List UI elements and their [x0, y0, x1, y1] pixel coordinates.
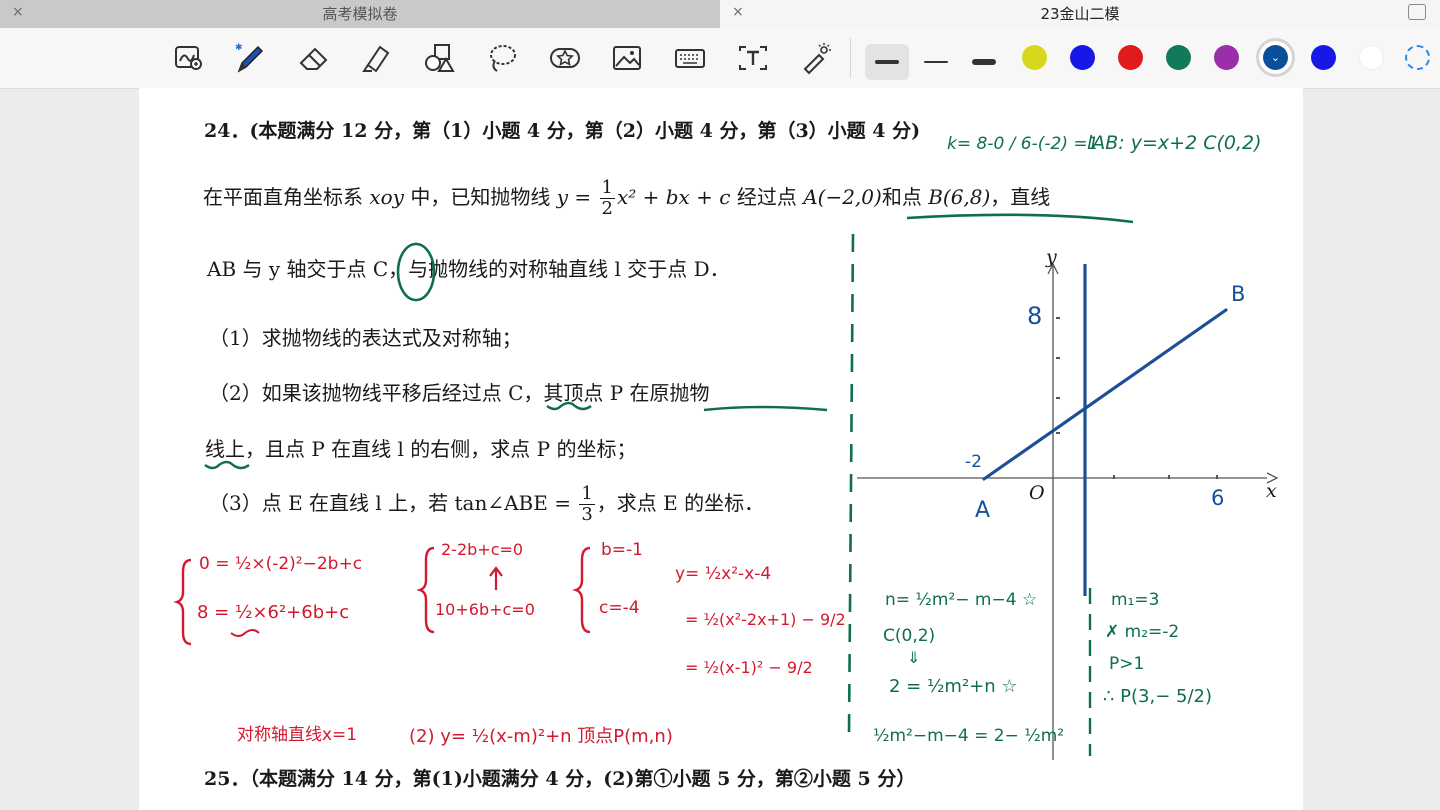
custom-color-icon[interactable] [1405, 45, 1430, 70]
image-icon[interactable] [609, 40, 645, 76]
eraser-icon[interactable] [296, 40, 332, 76]
line-ab-stroke [982, 308, 1228, 481]
hw-system2-eq1: 2-2b+c=0 [441, 540, 524, 559]
hw-solution-b: b=-1 [601, 540, 643, 560]
hw-arrow: ⇓ [907, 648, 921, 667]
red-underline [230, 629, 260, 637]
y-axis-label: y [1046, 246, 1057, 268]
laser-pointer-icon[interactable] [798, 40, 834, 76]
tab-gaokao[interactable]: × 高考模拟卷 [0, 0, 720, 28]
color-swatch-white[interactable] [1359, 45, 1384, 70]
stroke-thin-option[interactable] [865, 44, 909, 80]
svg-text:✱: ✱ [235, 43, 243, 53]
hw-label-a: A [975, 498, 991, 523]
hw-m1: m₁=3 [1111, 590, 1160, 610]
hw-label-8: 8 [1027, 302, 1043, 330]
hw-m2: ✗ m₂=-2 [1105, 622, 1180, 642]
hw-solution-c: c=-4 [599, 598, 640, 618]
annotation-toolbar: ✱ ⌄ [0, 28, 1440, 89]
tab-title: 23金山二模 [1040, 5, 1120, 23]
color-swatch-navy-selected[interactable]: ⌄ [1263, 45, 1288, 70]
hw-label-neg2: -2 [965, 452, 982, 472]
hw-system1-eq1: 0 = ½×(-2)²−2b+c [199, 554, 363, 574]
toolbar-divider [850, 38, 851, 78]
document-page[interactable]: 24．(本题满分 12 分，第（1）小题 4 分，第（2）小题 4 分，第（3）… [139, 88, 1303, 810]
hw-parabola-expand: = ½(x²-2x+1) − 9/2 [685, 610, 846, 629]
axis-ticks [1056, 317, 1218, 479]
divider-dashed-left [847, 233, 855, 734]
color-swatch-green[interactable] [1166, 45, 1191, 70]
pen-icon[interactable]: ✱ [232, 40, 268, 76]
chevron-down-icon: ⌄ [1270, 51, 1281, 64]
stroke-thick-option[interactable] [962, 44, 1006, 80]
hw-axis-note: 对称轴直线x=1 [237, 725, 358, 745]
hw-p-result: ∴ P(3,− 5/2) [1103, 686, 1213, 707]
hw-equation: ½m²−m−4 = 2− ½m² [873, 726, 1065, 746]
stroke-hairline-option[interactable] [914, 44, 958, 80]
hw-line-ab: lAB: y=x+2 C(0,2) [1087, 132, 1262, 154]
tab-bar: × 高考模拟卷 × 23金山二模 [0, 0, 1440, 28]
color-swatch-red[interactable] [1118, 45, 1143, 70]
squiggle-point-c [546, 401, 592, 411]
circle-point-c [396, 242, 436, 302]
text-box-icon[interactable] [735, 40, 771, 76]
x-axis-label: x [1266, 480, 1277, 502]
lasso-select-icon[interactable] [484, 40, 520, 76]
color-swatch-yellow[interactable] [1022, 45, 1047, 70]
color-swatch-purple[interactable] [1214, 45, 1239, 70]
hw-label-6: 6 [1211, 486, 1225, 510]
split-view-icon[interactable] [1408, 4, 1426, 20]
shapes-icon[interactable] [421, 40, 457, 76]
hw-system1-eq2: 8 = ½×6²+6b+c [197, 602, 350, 623]
sticker-icon[interactable] [547, 40, 583, 76]
hw-n-equation: n= ½m²− m−4 ☆ [885, 590, 1038, 610]
color-swatch-blue[interactable] [1070, 45, 1095, 70]
brace-system-3 [572, 546, 591, 634]
hw-substitute: 2 = ½m²+n ☆ [889, 676, 1018, 697]
hw-p-condition: P>1 [1109, 654, 1145, 674]
color-swatch-royal-blue[interactable] [1311, 45, 1336, 70]
lasso-zoom-icon[interactable] [171, 40, 207, 76]
hw-parabola: y= ½x²-x-4 [675, 564, 772, 584]
hw-shift: (2) y= ½(x-m)²+n 顶点P(m,n) [409, 726, 673, 747]
brace-system-2 [416, 546, 435, 634]
keyboard-icon[interactable] [672, 40, 708, 76]
tab-title: 高考模拟卷 [322, 5, 398, 23]
hw-slope: k= 8-0 / 6-(-2) =1 [947, 134, 1099, 154]
squiggle-on-line [204, 460, 250, 470]
tab-jinshan[interactable]: × 23金山二模 [720, 0, 1440, 28]
underline-points [906, 213, 1134, 224]
origin-label: O [1029, 482, 1045, 504]
brace-system-1 [173, 558, 192, 646]
hw-parabola-vertex: = ½(x-1)² − 9/2 [685, 658, 813, 677]
hw-system2-eq2: 10+6b+c=0 [435, 600, 535, 619]
hw-c-point: C(0,2) [883, 626, 936, 646]
red-up-arrow [489, 566, 503, 590]
highlighter-icon[interactable] [359, 40, 395, 76]
underline-vertex [703, 405, 828, 412]
hw-label-b: B [1231, 282, 1246, 306]
